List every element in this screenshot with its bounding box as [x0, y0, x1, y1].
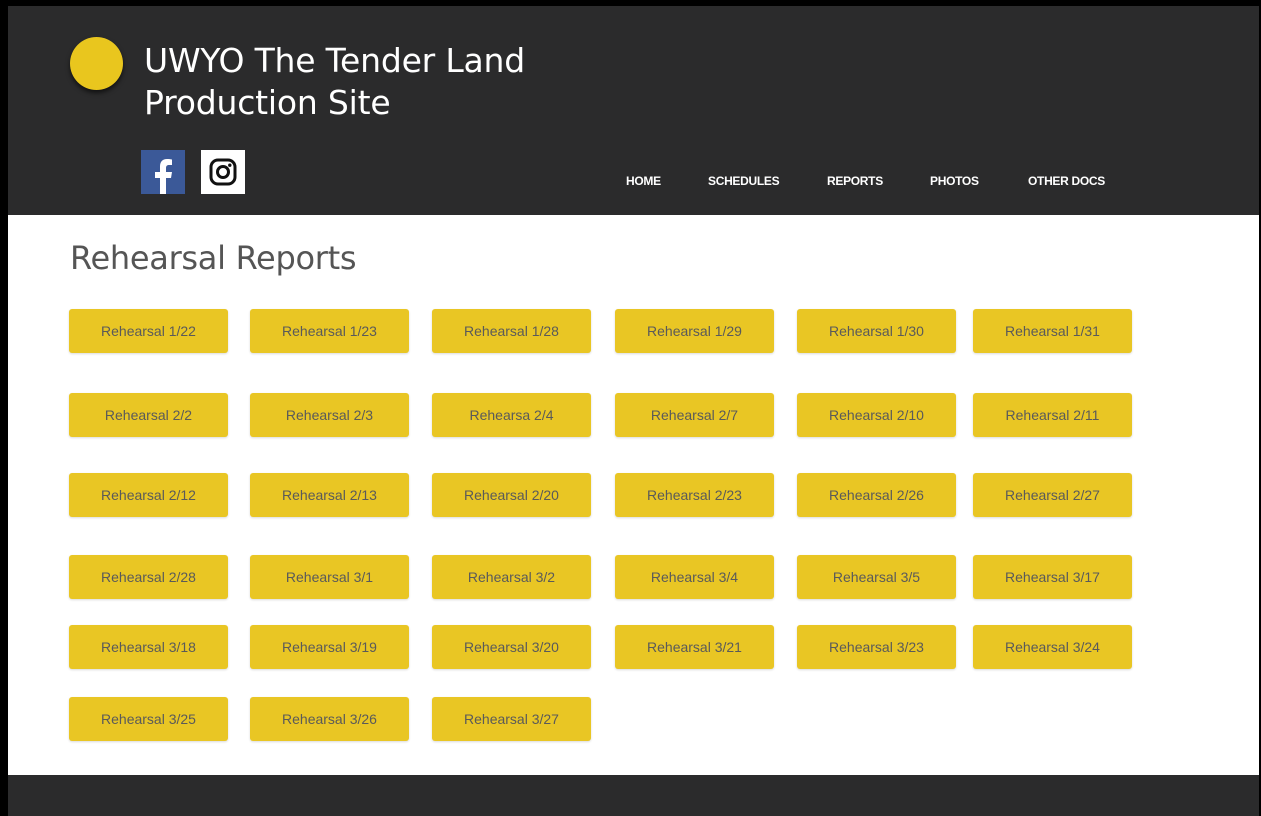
- rehearsal-report-button[interactable]: Rehearsal 3/19: [250, 625, 409, 669]
- main-content: Rehearsal Reports Rehearsal 1/22 Rehears…: [8, 215, 1259, 775]
- rehearsal-report-button[interactable]: Rehearsal 1/22: [69, 309, 228, 353]
- rehearsal-report-button[interactable]: Rehearsal 2/7: [615, 393, 774, 437]
- rehearsal-report-button[interactable]: Rehearsal 3/18: [69, 625, 228, 669]
- rehearsal-report-button[interactable]: Rehearsal 1/31: [973, 309, 1132, 353]
- site-footer: [8, 775, 1259, 816]
- site-title[interactable]: UWYO The Tender Land Production Site: [144, 40, 624, 124]
- rehearsal-report-button[interactable]: Rehearsal 2/12: [69, 473, 228, 517]
- facebook-f-glyph: [155, 159, 172, 194]
- rehearsal-report-button[interactable]: Rehearsal 1/29: [615, 309, 774, 353]
- nav-home[interactable]: HOME: [626, 174, 661, 188]
- rehearsal-report-button[interactable]: Rehearsal 3/26: [250, 697, 409, 741]
- page-title: Rehearsal Reports: [70, 239, 357, 277]
- rehearsal-report-button[interactable]: Rehearsal 2/23: [615, 473, 774, 517]
- rehearsal-report-button[interactable]: Rehearsal 2/3: [250, 393, 409, 437]
- rehearsal-report-button[interactable]: Rehearsal 1/30: [797, 309, 956, 353]
- rehearsal-report-button[interactable]: Rehearsal 3/21: [615, 625, 774, 669]
- rehearsal-report-button[interactable]: Rehearsal 2/28: [69, 555, 228, 599]
- rehearsal-report-button[interactable]: Rehearsal 3/24: [973, 625, 1132, 669]
- page-frame: UWYO The Tender Land Production Site HOM…: [8, 6, 1259, 816]
- rehearsal-report-button[interactable]: Rehearsal 3/1: [250, 555, 409, 599]
- rehearsal-report-button[interactable]: Rehearsal 3/5: [797, 555, 956, 599]
- rehearsal-report-button[interactable]: Rehearsal 3/25: [69, 697, 228, 741]
- rehearsal-report-button[interactable]: Rehearsal 2/10: [797, 393, 956, 437]
- rehearsal-report-button[interactable]: Rehearsal 3/27: [432, 697, 591, 741]
- rehearsal-report-button[interactable]: Rehearsal 3/2: [432, 555, 591, 599]
- instagram-camera-glyph: [209, 158, 237, 186]
- facebook-icon[interactable]: [141, 150, 185, 194]
- rehearsal-report-button[interactable]: Rehearsal 1/23: [250, 309, 409, 353]
- nav-schedules[interactable]: SCHEDULES: [708, 174, 780, 188]
- rehearsal-report-button[interactable]: Rehearsa 2/4: [432, 393, 591, 437]
- rehearsal-report-button[interactable]: Rehearsal 2/2: [69, 393, 228, 437]
- rehearsal-report-button[interactable]: Rehearsal 2/26: [797, 473, 956, 517]
- rehearsal-report-button[interactable]: Rehearsal 2/27: [973, 473, 1132, 517]
- nav-other-docs[interactable]: OTHER DOCS: [1028, 174, 1105, 188]
- rehearsal-report-button[interactable]: Rehearsal 3/23: [797, 625, 956, 669]
- logo-circle-icon[interactable]: [70, 37, 123, 90]
- nav-reports[interactable]: REPORTS: [827, 174, 883, 188]
- rehearsal-report-button[interactable]: Rehearsal 3/20: [432, 625, 591, 669]
- rehearsal-report-button[interactable]: Rehearsal 2/20: [432, 473, 591, 517]
- rehearsal-report-button[interactable]: Rehearsal 2/13: [250, 473, 409, 517]
- nav-photos[interactable]: PHOTOS: [930, 174, 979, 188]
- instagram-icon[interactable]: [201, 150, 245, 194]
- rehearsal-report-button[interactable]: Rehearsal 1/28: [432, 309, 591, 353]
- rehearsal-report-button[interactable]: Rehearsal 3/17: [973, 555, 1132, 599]
- rehearsal-report-button[interactable]: Rehearsal 3/4: [615, 555, 774, 599]
- site-header: UWYO The Tender Land Production Site HOM…: [8, 6, 1259, 215]
- rehearsal-report-button[interactable]: Rehearsal 2/11: [973, 393, 1132, 437]
